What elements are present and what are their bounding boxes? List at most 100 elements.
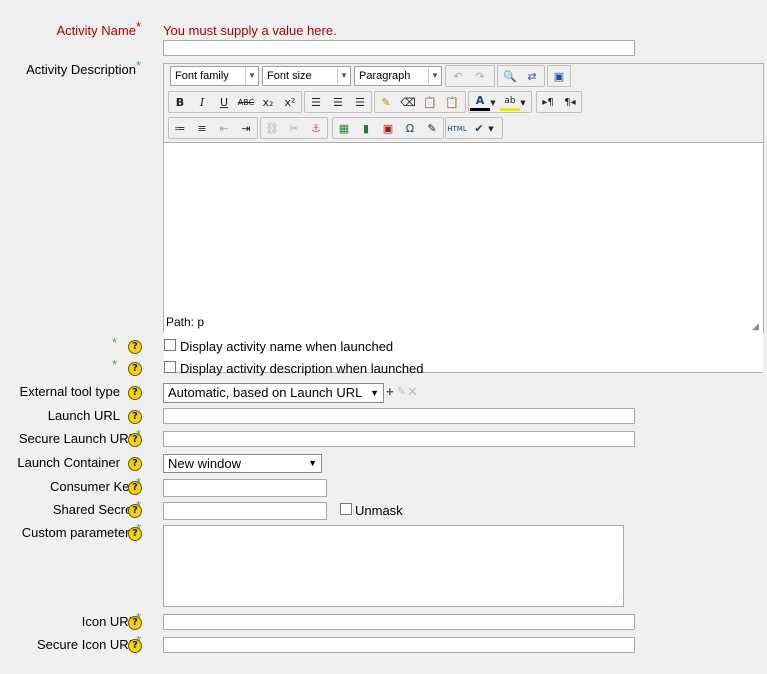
secure-icon-url-input[interactable]	[163, 637, 635, 653]
display-description-checkbox[interactable]	[164, 361, 176, 373]
required-marker: *	[135, 58, 141, 73]
required-marker: *	[135, 19, 141, 34]
icon-url-input[interactable]	[163, 614, 635, 630]
fullscreen-icon[interactable]: ▣	[549, 68, 569, 86]
launch-url-input[interactable]	[163, 408, 635, 424]
help-icon[interactable]: ?	[128, 433, 142, 447]
ltr-icon[interactable]: ▸¶	[538, 94, 558, 112]
paste-word-icon[interactable]: 📋	[442, 94, 462, 112]
custom-parameters-textarea[interactable]: ⋰	[163, 525, 624, 607]
textarea-resize-grip-icon[interactable]: ⋰	[613, 597, 621, 606]
cleanup-icon[interactable]: ✎	[376, 94, 396, 112]
code-group: HTML ✔ ▼	[445, 117, 503, 139]
align-right-icon[interactable]: ☰	[350, 94, 370, 112]
format-select[interactable]: Paragraph ▼	[354, 66, 442, 86]
edit-icon[interactable]: ✎	[422, 120, 442, 138]
help-icon[interactable]: ?	[128, 527, 142, 541]
unmask-label: Unmask	[355, 503, 403, 518]
spellcheck-dropdown-icon[interactable]: ▼	[485, 120, 497, 138]
launch-url-label: Launch URL	[47, 408, 120, 423]
emoticon-icon[interactable]: ▣	[378, 120, 398, 138]
html-icon[interactable]: HTML	[447, 120, 467, 138]
launch-container-label: Launch Container	[17, 455, 120, 470]
resize-grip-icon[interactable]: ◢	[752, 321, 762, 331]
display-name-label: Display activity name when launched	[180, 339, 394, 354]
paste-text-icon[interactable]: 📋	[420, 94, 440, 112]
help-icon[interactable]: ?	[128, 386, 142, 400]
find-icon[interactable]: 🔍	[500, 68, 520, 86]
display-name-checkbox[interactable]	[164, 339, 176, 351]
external-tool-type-select[interactable]: Automatic, based on Launch URL ▼	[163, 383, 384, 403]
help-icon[interactable]: ?	[128, 639, 142, 653]
link-group: ⛓ ✂ ⚓	[260, 117, 328, 139]
undo-icon[interactable]: ↶	[448, 68, 468, 86]
consumer-key-input[interactable]	[163, 479, 327, 497]
underline-icon[interactable]: U	[214, 94, 234, 112]
delete-tool-icon[interactable]: ✕	[407, 384, 418, 400]
highlight-color-dropdown-icon[interactable]: ▼	[518, 94, 528, 112]
link-icon[interactable]: ⛓	[262, 120, 282, 138]
rtl-icon[interactable]: ¶◂	[560, 94, 580, 112]
custom-parameters-label: Custom parameters*	[22, 521, 141, 540]
insert-group: ▦ ▮ ▣ Ω ✎	[332, 117, 444, 139]
unmask-checkbox[interactable]	[340, 503, 352, 515]
help-icon[interactable]: ?	[128, 616, 142, 630]
display-description-label: Display activity description when launch…	[180, 361, 424, 376]
font-family-select[interactable]: Font family ▼	[170, 66, 259, 86]
strikethrough-icon[interactable]: ABC	[236, 94, 256, 112]
fullscreen-group: ▣	[547, 65, 571, 87]
activity-description-label: Activity Description*	[26, 58, 141, 77]
secure-launch-url-label: Secure Launch URL*	[19, 427, 141, 446]
required-marker: *	[112, 357, 118, 372]
editor-path: Path: p	[166, 315, 205, 329]
bold-icon[interactable]: B	[170, 94, 190, 112]
direction-group: ▸¶ ¶◂	[536, 91, 582, 113]
activity-name-input[interactable]	[163, 40, 635, 56]
activity-name-label: Activity Name*	[56, 19, 141, 38]
numbered-list-icon[interactable]: ≡	[192, 120, 212, 138]
description-editor: Font family ▼ Font size ▼ Paragraph ▼ ↶ ↷ 🔍…	[163, 63, 764, 373]
redo-icon[interactable]: ↷	[470, 68, 490, 86]
shared-secret-input[interactable]	[163, 502, 327, 520]
list-group: ≔ ≡ ⇤ ⇥	[168, 117, 258, 139]
align-group: ☰ ☰ ☰	[304, 91, 372, 113]
text-color-icon[interactable]: A	[470, 94, 490, 111]
help-icon[interactable]: ?	[128, 362, 142, 376]
color-group: A ▼ ab ▼	[468, 91, 532, 113]
clipboard-group: ✎ ⌫ 📋 📋	[374, 91, 466, 113]
launch-container-select[interactable]: New window ▼	[163, 454, 322, 473]
help-icon[interactable]: ?	[128, 481, 142, 495]
secure-launch-url-input[interactable]	[163, 431, 635, 447]
eraser-icon[interactable]: ⌫	[398, 94, 418, 112]
help-icon[interactable]: ?	[128, 340, 142, 354]
indent-icon[interactable]: ⇥	[236, 120, 256, 138]
find-group: 🔍 ⇄	[497, 65, 545, 87]
required-marker: *	[112, 335, 118, 350]
image-icon[interactable]: ▦	[334, 120, 354, 138]
bullet-list-icon[interactable]: ≔	[170, 120, 190, 138]
highlight-color-icon[interactable]: ab	[500, 94, 520, 111]
special-char-icon[interactable]: Ω	[400, 120, 420, 138]
secure-icon-url-label: Secure Icon URL*	[37, 633, 141, 652]
align-left-icon[interactable]: ☰	[306, 94, 326, 112]
help-icon[interactable]: ?	[128, 504, 142, 518]
align-center-icon[interactable]: ☰	[328, 94, 348, 112]
superscript-icon[interactable]: x²	[280, 94, 300, 112]
text-color-dropdown-icon[interactable]: ▼	[488, 94, 498, 112]
text-style-group: B I U ABC x₂ x²	[168, 91, 302, 113]
help-icon[interactable]: ?	[128, 457, 142, 471]
outdent-icon[interactable]: ⇤	[214, 120, 234, 138]
font-size-select[interactable]: Font size ▼	[262, 66, 351, 86]
replace-icon[interactable]: ⇄	[522, 68, 542, 86]
media-icon[interactable]: ▮	[356, 120, 376, 138]
unlink-icon[interactable]: ✂	[284, 120, 304, 138]
anchor-icon[interactable]: ⚓	[306, 120, 326, 138]
italic-icon[interactable]: I	[192, 94, 212, 112]
subscript-icon[interactable]: x₂	[258, 94, 278, 112]
help-icon[interactable]: ?	[128, 410, 142, 424]
external-tool-type-label: External tool type	[19, 384, 120, 399]
undo-redo-group: ↶ ↷	[445, 65, 495, 87]
activity-name-error: You must supply a value here.	[163, 23, 337, 38]
edit-tool-icon[interactable]: ✎	[397, 385, 406, 398]
add-tool-icon[interactable]: +	[386, 384, 394, 399]
